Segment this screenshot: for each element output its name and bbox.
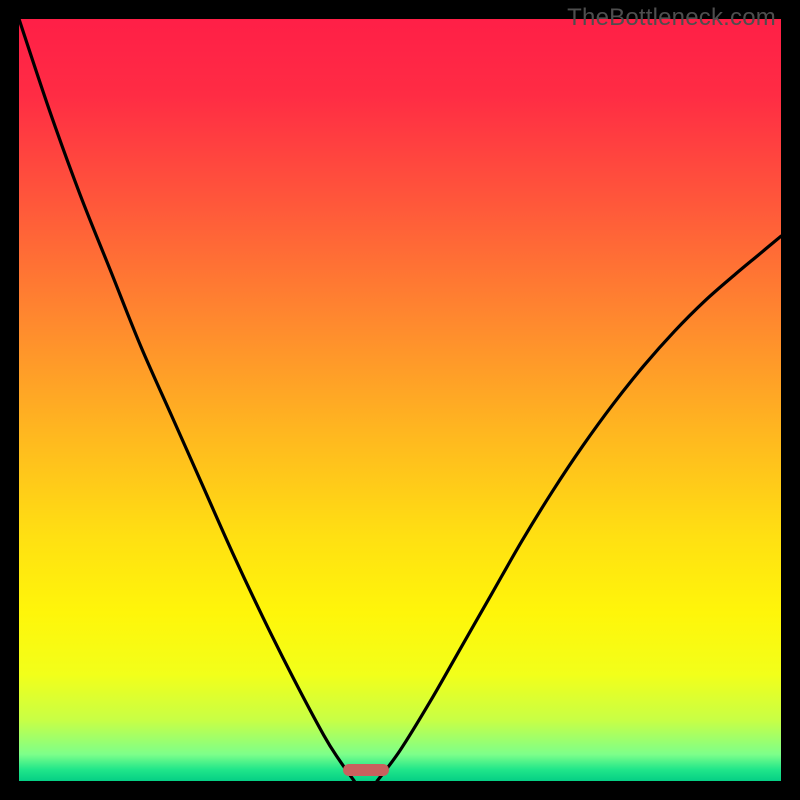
heatmap-gradient [19,19,781,781]
plot-frame [19,19,781,781]
watermark-text: TheBottleneck.com [567,4,776,32]
optimal-marker [343,764,389,776]
